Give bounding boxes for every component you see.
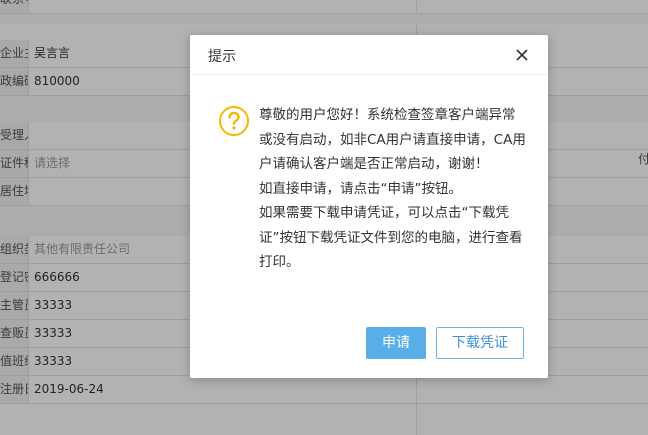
download-voucher-button[interactable]: 下载凭证 [436, 327, 524, 359]
message-paragraph: 如直接申请，请点击“申请”按钮。 [259, 180, 462, 197]
prompt-dialog: 提示 尊敬的用户您好！系统检查签章客户端异常或没有启动，如非CA用户请直接申请，… [190, 35, 548, 378]
dialog-message: 尊敬的用户您好！系统检查签章客户端异常或没有启动，如非CA用户请直接申请，CA用… [259, 103, 527, 275]
message-paragraph: 如果需要下载申请凭证，可以点击“下载凭证”按钮下载凭证文件到您的电脑，进行查看打… [259, 205, 523, 270]
question-circle-icon [218, 105, 250, 137]
dialog-header: 提示 [190, 35, 548, 75]
close-icon[interactable] [514, 47, 530, 63]
message-paragraph: 尊敬的用户您好！系统检查签章客户端异常或没有启动，如非CA用户请直接申请，CA用… [259, 107, 526, 172]
apply-button[interactable]: 申请 [366, 327, 426, 359]
dialog-title: 提示 [208, 49, 236, 65]
